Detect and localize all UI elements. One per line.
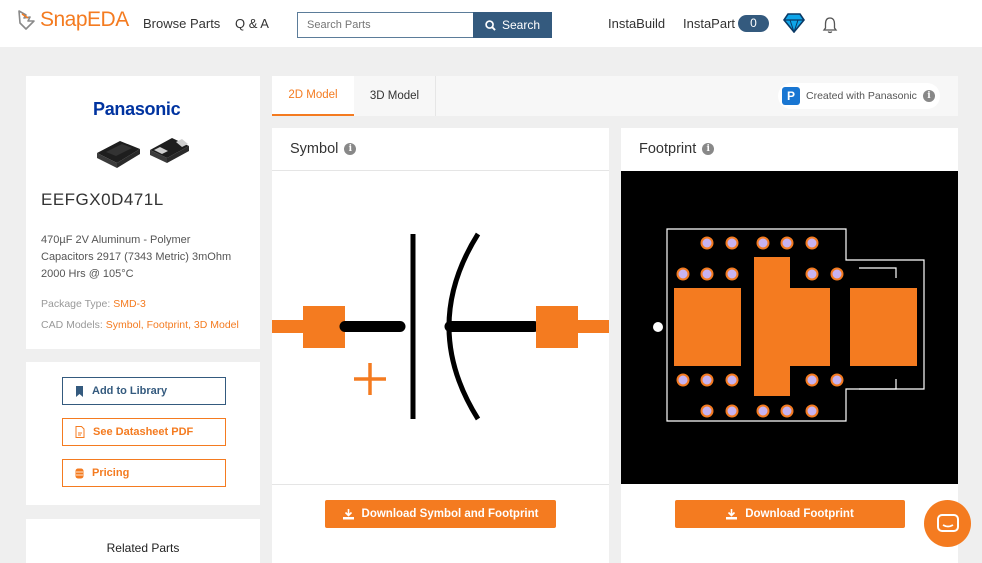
tab-3d-model[interactable]: 3D Model <box>354 76 436 116</box>
package-type-row: Package Type: SMD-3 <box>41 298 146 310</box>
nav-qa[interactable]: Q & A <box>235 16 269 31</box>
related-parts-card: Related Parts <box>26 519 260 563</box>
tab-2d-model[interactable]: 2D Model <box>272 76 354 116</box>
part-number: EEFGX0D471L <box>41 190 164 209</box>
search-button[interactable]: Search <box>473 12 552 38</box>
footprint-info-icon[interactable]: i <box>702 143 715 155</box>
diamond-icon[interactable] <box>783 13 805 33</box>
symbol-title: Symbol i <box>290 141 357 157</box>
symbol-footer-divider <box>272 484 609 485</box>
package-type-label: Package Type: <box>41 298 111 310</box>
instapart-count-badge[interactable]: 0 <box>738 15 769 32</box>
created-with-badge[interactable]: P Created with Panasonic i <box>778 83 940 109</box>
logo-text: SnapEDA <box>40 8 129 31</box>
search-icon <box>485 19 496 31</box>
cad-models-value[interactable]: Symbol, Footprint, 3D Model <box>106 319 239 331</box>
chat-launcher-button[interactable] <box>924 500 971 547</box>
download-icon <box>726 508 738 519</box>
tab-2d-model-label: 2D Model <box>288 89 338 101</box>
bell-icon[interactable] <box>822 16 838 34</box>
part-description: 470µF 2V Aluminum - Polymer Capacitors 2… <box>41 234 232 280</box>
footprint-drawing <box>621 171 958 484</box>
download-symbol-footprint-button[interactable]: Download Symbol and Footprint <box>325 500 556 528</box>
add-to-library-label: Add to Library <box>92 385 168 397</box>
chat-icon <box>936 513 959 532</box>
download-footprint-label: Download Footprint <box>745 508 854 520</box>
symbol-panel: Symbol i Download Symbol and Footprint <box>272 128 609 563</box>
related-parts-title: Related Parts <box>106 541 180 555</box>
footprint-title: Footprint i <box>639 141 715 157</box>
part-info-card: Panasonic EEFGX0D471L 470µF 2V Aluminum … <box>26 76 260 349</box>
coins-icon <box>75 468 84 478</box>
cad-models-label: CAD Models: <box>41 319 103 331</box>
snapeda-logo[interactable]: SnapEDA <box>16 8 129 32</box>
created-with-label: Created with Panasonic <box>806 90 917 102</box>
symbol-info-icon[interactable]: i <box>344 143 357 155</box>
download-symbol-footprint-label: Download Symbol and Footprint <box>361 508 539 520</box>
footprint-title-text: Footprint <box>639 141 697 157</box>
top-header: SnapEDA Browse Parts Q & A Search InstaB… <box>0 0 982 47</box>
tab-3d-model-label: 3D Model <box>369 90 420 102</box>
footprint-panel: Footprint i Download Footprint <box>621 128 958 563</box>
pdf-icon <box>75 426 85 438</box>
download-icon <box>342 508 354 519</box>
download-footprint-button[interactable]: Download Footprint <box>675 500 905 528</box>
see-datasheet-label: See Datasheet PDF <box>93 426 194 438</box>
search-input[interactable] <box>297 12 473 38</box>
see-datasheet-button[interactable]: See Datasheet PDF <box>62 418 226 446</box>
nav-browse-parts[interactable]: Browse Parts <box>143 16 220 31</box>
add-to-library-button[interactable]: Add to Library <box>62 377 226 405</box>
bookmark-icon <box>76 385 83 397</box>
capacitor-symbol-drawing <box>272 232 609 421</box>
symbol-title-text: Symbol <box>290 141 339 157</box>
pricing-button[interactable]: Pricing <box>62 459 226 487</box>
info-icon[interactable]: i <box>922 90 935 102</box>
model-tabs-bar: 2D Model 3D Model P Created with Panason… <box>272 76 958 116</box>
component-image <box>97 138 189 168</box>
package-type-value[interactable]: SMD-3 <box>113 298 146 310</box>
manufacturer-logo-text: Panasonic <box>93 99 181 119</box>
search-button-label: Search <box>501 18 541 32</box>
actions-card: Add to Library See Datasheet PDF Pricing <box>26 362 260 505</box>
cad-models-row: CAD Models: Symbol, Footprint, 3D Model <box>41 319 239 331</box>
nav-instabuild[interactable]: InstaBuild <box>608 16 665 31</box>
pricing-label: Pricing <box>92 467 130 479</box>
nav-instapart[interactable]: InstaPart <box>683 16 735 31</box>
panasonic-p-icon: P <box>782 87 800 105</box>
snapeda-bird-icon <box>18 10 35 30</box>
